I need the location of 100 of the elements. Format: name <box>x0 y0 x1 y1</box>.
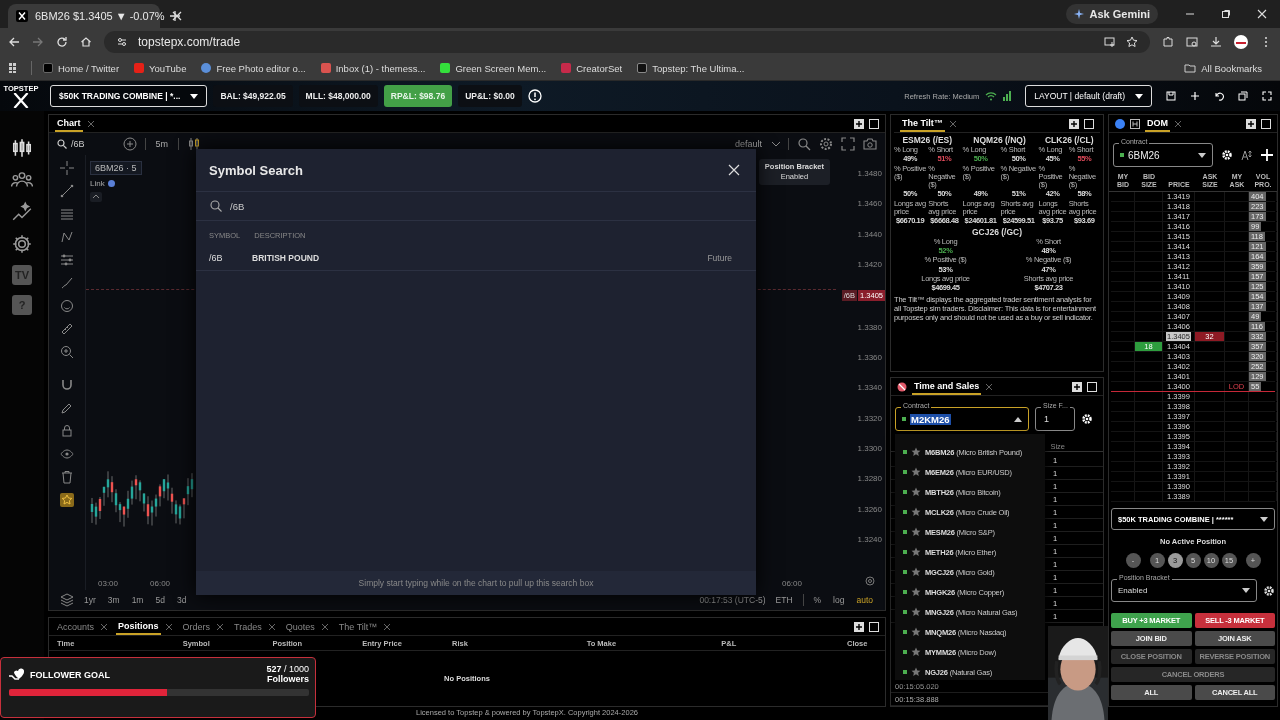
range-button[interactable]: 1m <box>129 595 146 605</box>
address-field[interactable]: topstepx.com/trade <box>138 35 241 49</box>
star-icon[interactable] <box>911 447 921 457</box>
maximize-icon[interactable] <box>869 621 879 632</box>
site-favicon-icon[interactable] <box>43 63 53 73</box>
bookmark-link[interactable]: Home / Twitter <box>58 62 120 74</box>
search-icon[interactable] <box>57 139 67 149</box>
eye-icon[interactable] <box>60 447 74 461</box>
trend-line-icon[interactable] <box>60 184 74 198</box>
ruler-icon[interactable] <box>60 322 74 336</box>
star-icon[interactable] <box>60 493 74 507</box>
panel-tab[interactable]: Positions <box>116 618 161 635</box>
zoom-in-icon[interactable] <box>60 345 74 359</box>
candlestick-icon[interactable] <box>11 137 33 159</box>
lock-icon[interactable] <box>60 424 74 438</box>
layout-select[interactable]: LAYOUT | default (draft) <box>1025 85 1152 107</box>
scale-option[interactable]: log <box>831 595 847 605</box>
range-button[interactable]: 3d <box>174 595 189 605</box>
layers-icon[interactable] <box>60 593 74 607</box>
site-favicon-icon[interactable] <box>320 63 331 73</box>
folder-icon[interactable] <box>1184 62 1197 74</box>
panel-tab[interactable]: DOM <box>1145 115 1170 132</box>
settings-icon[interactable] <box>11 233 33 255</box>
windows-icon[interactable] <box>1238 91 1248 101</box>
star-icon[interactable] <box>911 547 921 557</box>
star-icon[interactable] <box>911 467 921 477</box>
panel-tab[interactable]: Quotes <box>283 618 317 635</box>
profile-avatar-icon[interactable] <box>1234 35 1248 49</box>
all-bookmarks-link[interactable]: All Bookmarks <box>1201 62 1262 74</box>
pattern-icon[interactable] <box>60 230 74 244</box>
caret-icon[interactable] <box>1198 152 1206 158</box>
star-icon[interactable] <box>911 627 921 637</box>
info-icon[interactable] <box>527 89 542 103</box>
back-icon[interactable] <box>8 36 20 48</box>
star-icon[interactable] <box>1126 36 1138 48</box>
maximize-icon[interactable] <box>1087 381 1097 392</box>
bookmark-link[interactable]: Green Screen Mem... <box>455 62 547 74</box>
candle-style-icon[interactable] <box>187 137 202 151</box>
tab-search-icon[interactable] <box>1186 36 1198 48</box>
bookmark-link[interactable]: YouTube <box>149 62 187 74</box>
extensions-icon[interactable] <box>1162 36 1174 48</box>
site-settings-icon[interactable] <box>116 36 128 48</box>
ask-gemini-button[interactable]: Ask Gemini <box>1066 4 1158 24</box>
symbol-search-field[interactable]: /6B <box>71 139 85 149</box>
smiley-icon[interactable] <box>60 299 74 313</box>
range-button[interactable]: 5d <box>153 595 167 605</box>
scale-option[interactable]: % <box>811 595 824 605</box>
star-icon[interactable] <box>911 667 921 677</box>
panel-tab[interactable]: Time and Sales <box>912 378 982 395</box>
add-symbol-icon[interactable] <box>122 137 137 151</box>
star-icon[interactable] <box>911 527 921 537</box>
forward-icon[interactable] <box>32 36 44 48</box>
panel-tab[interactable]: The Tilt™ <box>900 115 945 132</box>
maximize-icon[interactable] <box>869 118 879 129</box>
chart-legend[interactable]: 6BM26 · 5 <box>90 161 142 175</box>
caret-icon[interactable] <box>1260 516 1268 522</box>
save-icon[interactable] <box>1166 91 1176 101</box>
sparkle-chart-icon[interactable] <box>11 201 33 223</box>
panel-tab[interactable]: Trades <box>232 618 264 635</box>
install-app-icon[interactable] <box>1104 36 1116 48</box>
pencil-icon[interactable] <box>60 401 74 415</box>
star-icon[interactable] <box>911 607 921 617</box>
contract-select[interactable]: 6BM26 <box>1128 149 1160 161</box>
add-panel-icon[interactable] <box>1246 118 1256 129</box>
search-field[interactable]: /6B <box>230 200 245 212</box>
reload-icon[interactable] <box>56 36 68 48</box>
star-icon[interactable] <box>911 587 921 597</box>
account-select[interactable]: $50K TRADING COMBINE | *... <box>50 85 208 107</box>
add-icon[interactable] <box>1261 149 1273 161</box>
panel-tab[interactable]: The Tilt™ <box>336 618 380 635</box>
star-icon[interactable] <box>911 567 921 577</box>
add-panel-icon[interactable] <box>1069 118 1079 129</box>
link-label[interactable]: Link <box>90 179 105 188</box>
caret-icon[interactable] <box>1242 588 1250 593</box>
add-panel-icon[interactable] <box>854 621 864 632</box>
add-icon[interactable] <box>1190 91 1200 101</box>
zoom-icon[interactable] <box>797 137 811 151</box>
template-select[interactable]: default <box>732 139 764 149</box>
font-size-icon[interactable] <box>1241 149 1253 161</box>
panel-tab[interactable]: Orders <box>180 618 213 635</box>
collapse-icon[interactable] <box>90 192 102 202</box>
site-favicon-icon[interactable] <box>637 63 648 73</box>
caret-icon[interactable] <box>1014 416 1022 422</box>
star-icon[interactable] <box>911 647 921 657</box>
add-panel-icon[interactable] <box>854 118 864 129</box>
star-icon[interactable] <box>911 487 921 497</box>
position-bracket-select[interactable]: Enabled <box>1118 586 1148 595</box>
site-favicon-icon[interactable] <box>201 63 212 73</box>
bookmark-link[interactable]: CreatorSet <box>576 62 623 74</box>
size-field[interactable]: 1 <box>1044 414 1049 424</box>
search-result-row[interactable]: /6B BRITISH POUND Future <box>196 246 756 271</box>
home-icon[interactable] <box>80 36 92 48</box>
range-button[interactable]: 3m <box>105 595 122 605</box>
sliders-icon[interactable] <box>60 253 74 267</box>
range-button[interactable]: 1yr <box>82 595 98 605</box>
maximize-icon[interactable] <box>1084 118 1094 129</box>
add-panel-icon[interactable] <box>1072 381 1082 392</box>
bookmark-link[interactable]: Free Photo editor o... <box>216 62 306 74</box>
session-button[interactable]: ETH <box>773 595 795 605</box>
trash-icon[interactable] <box>60 470 74 484</box>
